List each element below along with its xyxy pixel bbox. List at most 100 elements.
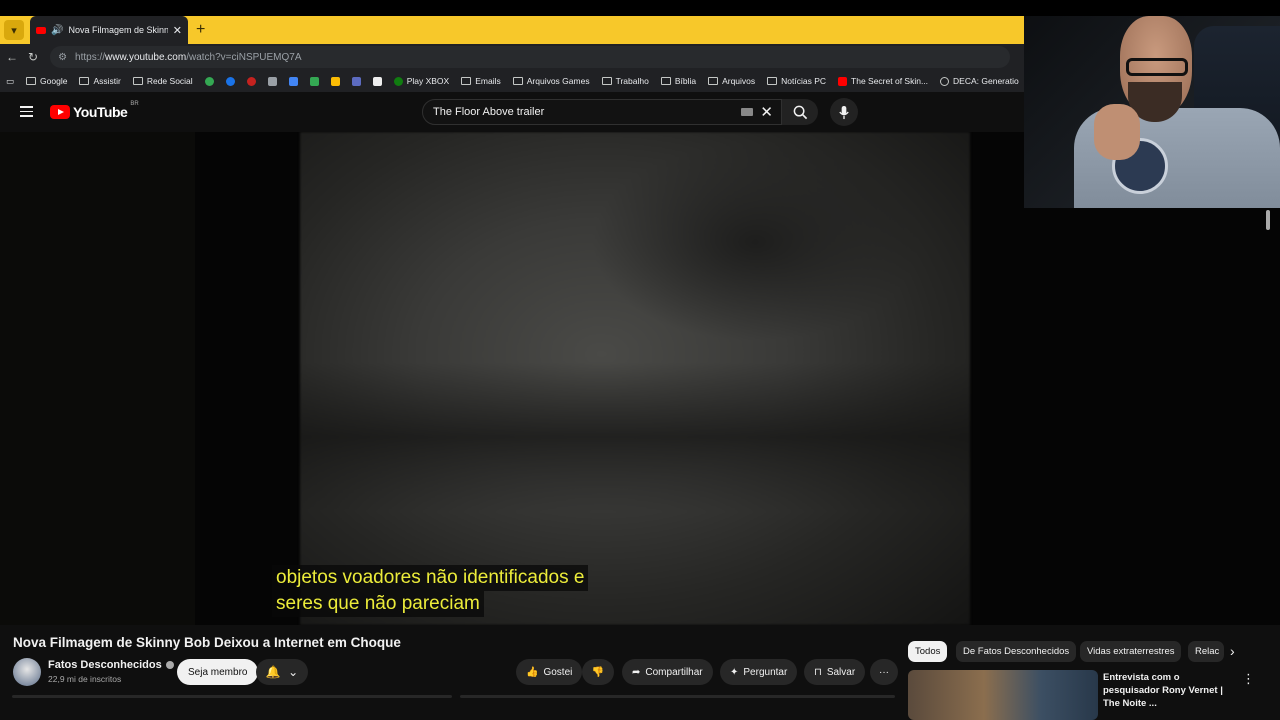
youtube-play-icon <box>50 105 70 119</box>
webcam-overlay <box>1024 16 1280 208</box>
menu-icon[interactable] <box>20 106 33 120</box>
screen: ▾ 🔊 Nova Filmagem de Skinny Bob ✕ + ← ↻ … <box>0 0 1280 720</box>
search-query-text: The Floor Above trailer <box>433 106 545 118</box>
description-box[interactable] <box>12 695 452 698</box>
bookmark-secret-of-skin[interactable]: The Secret of Skin... <box>838 76 928 86</box>
person-hand <box>1094 104 1140 160</box>
back-arrow-icon[interactable]: ← <box>6 50 18 64</box>
save-button[interactable]: ⊓ Salvar <box>804 659 866 685</box>
chip-de-fatos-desconhecidos[interactable]: De Fatos Desconhecidos <box>956 641 1077 662</box>
browser-tab-bar: ▾ 🔊 Nova Filmagem de Skinny Bob ✕ + <box>0 16 1024 44</box>
bookmark-biblia[interactable]: Bíblia <box>660 76 696 86</box>
voice-search-button[interactable] <box>830 98 858 126</box>
scrollbar-thumb[interactable] <box>1266 210 1270 230</box>
bookmark-favicon-grey-icon[interactable] <box>267 76 277 86</box>
ask-button[interactable]: ✦ Perguntar <box>720 659 798 685</box>
video-letterbox <box>0 132 195 625</box>
related-thumbnail[interactable] <box>908 670 1098 720</box>
glasses <box>1126 58 1188 76</box>
related-video-title[interactable]: Entrevista com o pesquisador Rony Vernet… <box>1103 671 1233 710</box>
reload-icon[interactable]: ↻ <box>28 50 38 64</box>
folder-icon <box>26 77 37 85</box>
bookmarks-bar: ▭ Google Assistir Rede Social Play XBOX … <box>0 70 1024 92</box>
tab-search-button[interactable]: ▾ <box>4 20 24 40</box>
thumbs-up-icon: 👍 <box>526 666 539 678</box>
channel-name[interactable]: Fatos Desconhecidos <box>48 659 174 671</box>
bookmark-arquivos[interactable]: Arquivos <box>708 76 755 86</box>
speaker-icon[interactable]: 🔊 <box>51 25 63 36</box>
bookmark-favicon-purple-icon[interactable] <box>351 76 361 86</box>
folder-icon <box>660 77 671 85</box>
subscriber-count: 22,9 mi de inscritos <box>48 674 122 684</box>
video-subtitles: objetos voadores não identificados e ser… <box>272 565 589 617</box>
chevron-right-icon[interactable]: › <box>1230 643 1235 659</box>
folder-icon <box>512 77 523 85</box>
chip-vidas-extraterrestres[interactable]: Vidas extraterrestres <box>1080 641 1182 662</box>
bookmark-noticias-pc[interactable]: Notícias PC <box>767 76 826 86</box>
close-tab-icon[interactable]: ✕ <box>173 24 182 37</box>
bookmark-emails[interactable]: Emails <box>461 76 501 86</box>
video-info: Nova Filmagem de Skinny Bob Deixou a Int… <box>0 625 900 720</box>
chip-todos[interactable]: Todos <box>908 641 948 662</box>
notifications-button[interactable]: 🔔 ⌄ <box>256 659 308 685</box>
new-tab-button[interactable]: + <box>196 21 205 39</box>
microphone-icon <box>839 105 849 119</box>
sparkle-icon: ✦ <box>730 666 739 678</box>
dislike-button[interactable]: 👎 <box>582 659 614 685</box>
bookmark-trabalho[interactable]: Trabalho <box>601 76 649 86</box>
url-field[interactable]: ⚙ https://www.youtube.com/watch?v=ciNSPU… <box>50 46 1011 68</box>
bookmark-favicon-green-icon[interactable] <box>204 76 214 86</box>
address-toolbar: ← ↻ ⚙ https://www.youtube.com/watch?v=ci… <box>0 44 1024 70</box>
folder-icon <box>767 77 778 85</box>
search-icon <box>793 105 807 119</box>
bookmark-favicon-s-icon[interactable] <box>372 76 382 86</box>
share-icon: ➦ <box>632 666 641 678</box>
chip-relacionados[interactable]: Relac <box>1188 641 1224 662</box>
bookmark-favicon-blue-icon[interactable] <box>225 76 235 86</box>
youtube-favicon-icon <box>36 26 46 34</box>
channel-avatar[interactable] <box>13 658 41 686</box>
globe-icon <box>940 76 950 86</box>
bookmark-assistir[interactable]: Assistir <box>79 76 121 86</box>
chevron-down-icon: ⌄ <box>288 665 299 679</box>
bookmark-favicon-star-icon[interactable] <box>288 76 298 86</box>
like-button[interactable]: 👍 Gostei <box>516 659 583 685</box>
apps-icon[interactable]: ▭ <box>6 76 14 87</box>
folder-icon <box>132 77 143 85</box>
bookmark-arquivos-games[interactable]: Arquivos Games <box>512 76 590 86</box>
folder-icon <box>708 77 719 85</box>
bookmark-deca[interactable]: DECA: Generatio <box>940 76 1019 86</box>
folder-icon <box>79 77 90 85</box>
xbox-icon <box>393 76 403 86</box>
browser-tab-active[interactable]: 🔊 Nova Filmagem de Skinny Bob ✕ <box>30 16 188 44</box>
more-actions-button[interactable]: ··· <box>870 659 898 685</box>
search-button[interactable] <box>782 99 818 125</box>
bookmark-favicon-pin-icon[interactable] <box>309 76 319 86</box>
bookmark-favicon-yellow-icon[interactable] <box>330 76 340 86</box>
join-button[interactable]: Seja membro <box>177 659 259 685</box>
video-frame <box>300 132 970 625</box>
site-info-icon[interactable]: ⚙ <box>58 52 67 63</box>
youtube-favicon-icon <box>838 76 848 86</box>
bookmark-favicon-red-icon[interactable] <box>246 76 256 86</box>
bookmark-icon: ⊓ <box>814 666 822 678</box>
description-box-right <box>460 695 895 698</box>
kebab-menu-icon[interactable]: ⋮ <box>1242 671 1255 687</box>
share-button[interactable]: ➦ Compartilhar <box>622 659 713 685</box>
subtitle-line-1: objetos voadores não identificados e <box>272 565 589 591</box>
folder-icon <box>601 77 612 85</box>
search-input[interactable]: The Floor Above trailer ✕ <box>422 99 782 125</box>
video-player[interactable]: objetos voadores não identificados e ser… <box>0 132 1074 625</box>
url-text: https://www.youtube.com/watch?v=ciNSPUEM… <box>75 51 302 63</box>
secondary-column <box>1074 208 1280 625</box>
bookmark-rede-social[interactable]: Rede Social <box>132 76 193 86</box>
subtitle-line-2: seres que não pareciam <box>272 591 484 617</box>
clear-search-icon[interactable]: ✕ <box>760 103 773 121</box>
keyboard-icon[interactable] <box>741 108 753 116</box>
youtube-logo[interactable]: YouTube BR <box>50 101 139 120</box>
tab-title: Nova Filmagem de Skinny Bob <box>68 25 168 35</box>
bell-icon: 🔔 <box>265 665 281 679</box>
bookmark-google[interactable]: Google <box>26 76 67 86</box>
thumbs-down-icon: 👎 <box>591 666 605 678</box>
bookmark-play-xbox[interactable]: Play XBOX <box>393 76 449 86</box>
